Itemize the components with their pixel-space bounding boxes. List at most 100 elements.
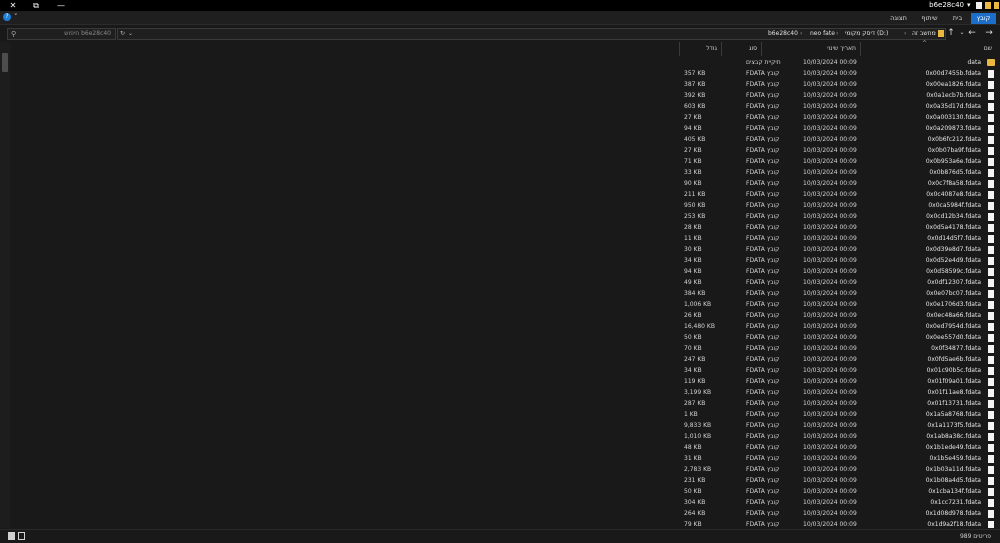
ribbon-expand-icon[interactable]: ˅ <box>14 12 18 23</box>
column-header-type[interactable]: סוג <box>721 42 761 56</box>
file-size: 71 KB <box>684 158 702 165</box>
file-icon <box>988 158 994 166</box>
restore-icon: ⧉ <box>33 1 39 10</box>
file-name: 0x0ee557d0.fdata <box>925 334 981 341</box>
file-row[interactable]: 0x1d08d978.fdata 10/03/2024 00:09 FDATA קו… <box>10 508 1000 519</box>
file-name: data <box>967 59 981 66</box>
minimize-button[interactable]: — <box>50 0 72 11</box>
breadcrumb-neo-fate[interactable]: neo fate <box>810 29 835 39</box>
file-row[interactable]: 0x01f11ae8.fdata 10/03/2024 00:09 FDATA קו… <box>10 387 1000 398</box>
file-row[interactable]: 0x0d14d5f7.fdata 10/03/2024 00:09 FDATA קו… <box>10 233 1000 244</box>
address-bar[interactable]: ↻ ⌄ b6e28c40 ‹ neo fate ‹ דיסק מקומי (D:… <box>117 28 946 40</box>
back-arrow-icon[interactable]: → <box>984 27 994 39</box>
search-input[interactable]: ⚲ חיפוש b6e28c40 <box>7 28 116 40</box>
file-row[interactable]: 0x0a1ecb7b.fdata 10/03/2024 00:09 FDATA קו… <box>10 90 1000 101</box>
column-header-date[interactable]: תאריך שינוי <box>761 42 860 56</box>
file-icon <box>988 92 994 100</box>
file-name: 0x1b03a11d.fdata <box>925 466 981 473</box>
file-name: 0x0b6fc212.fdata <box>927 136 981 143</box>
file-row[interactable]: 0x0b953a6e.fdata 10/03/2024 00:09 FDATA קו… <box>10 156 1000 167</box>
file-row[interactable]: 0x1b08a4d5.fdata 10/03/2024 00:09 FDATA קו… <box>10 475 1000 486</box>
address-dropdown-icon[interactable]: ⌄ <box>128 29 133 39</box>
breadcrumb-current-folder[interactable]: b6e28c40 <box>768 29 798 39</box>
file-icon <box>988 180 994 188</box>
file-row[interactable]: 0x0c7f8a58.fdata 10/03/2024 00:09 FDATA קו… <box>10 178 1000 189</box>
quick-access-properties-icon[interactable] <box>976 2 982 9</box>
breadcrumb-local-disk[interactable]: דיסק מקומי (D:) <box>845 29 888 39</box>
file-row[interactable]: 0x0fd5ae6b.fdata 10/03/2024 00:09 FDATA קו… <box>10 354 1000 365</box>
file-name: 0x0b876d5.fdata <box>929 169 981 176</box>
file-row[interactable]: 0x0e07bc07.fdata 10/03/2024 00:09 FDATA קו… <box>10 288 1000 299</box>
file-row[interactable]: 0x1ab8a38c.fdata 10/03/2024 00:09 FDATA קו… <box>10 431 1000 442</box>
file-row[interactable]: 0x1b1ede49.fdata 10/03/2024 00:09 FDATA קו… <box>10 442 1000 453</box>
tab-share[interactable]: שיתוף <box>917 13 942 24</box>
file-date-modified: 10/03/2024 00:09 <box>803 180 857 187</box>
refresh-icon[interactable]: ↻ <box>120 29 125 39</box>
file-row[interactable]: 0x1cba134f.fdata 10/03/2024 00:09 FDATA קו… <box>10 486 1000 497</box>
file-date-modified: 10/03/2024 00:09 <box>803 213 857 220</box>
file-row[interactable]: 0x0a35d17d.fdata 10/03/2024 00:09 FDATA קו… <box>10 101 1000 112</box>
file-row[interactable]: 0x1a5a8768.fdata 10/03/2024 00:09 FDATA קו… <box>10 409 1000 420</box>
file-row[interactable]: 0x1d9a2f18.fdata 10/03/2024 00:09 FDATA קו… <box>10 519 1000 528</box>
file-date-modified: 10/03/2024 00:09 <box>803 191 857 198</box>
file-type: FDATA קובץ <box>746 202 780 209</box>
file-row[interactable]: 0x0d58599c.fdata 10/03/2024 00:09 FDATA קו… <box>10 266 1000 277</box>
file-row[interactable]: 0x0c4087e8.fdata 10/03/2024 00:09 FDATA קו… <box>10 189 1000 200</box>
large-icons-view-icon[interactable] <box>18 532 25 540</box>
file-icon <box>988 444 994 452</box>
help-icon[interactable]: ? <box>3 13 11 21</box>
file-name: 0x1b1ede49.fdata <box>925 444 981 451</box>
quick-access-menu-icon[interactable]: ▾ <box>967 2 973 9</box>
file-size: 34 KB <box>684 257 702 264</box>
column-header-size[interactable]: גודל <box>679 42 721 56</box>
file-row[interactable]: 0x00d7455b.fdata 10/03/2024 00:09 FDATA קו… <box>10 68 1000 79</box>
file-row[interactable]: 0x1cc7231.fdata 10/03/2024 00:09 FDATA קוב… <box>10 497 1000 508</box>
file-icon <box>988 400 994 408</box>
file-row[interactable]: 0x0f34877.fdata 10/03/2024 00:09 FDATA קוב… <box>10 343 1000 354</box>
column-header-name[interactable]: שם <box>860 42 996 56</box>
close-icon: ✕ <box>9 1 17 10</box>
file-row[interactable]: 0x0d39e8d7.fdata 10/03/2024 00:09 FDATA קו… <box>10 244 1000 255</box>
file-row[interactable]: 0x0ca5984f.fdata 10/03/2024 00:09 FDATA קו… <box>10 200 1000 211</box>
file-type: FDATA קובץ <box>746 92 780 99</box>
file-row[interactable]: 0x0a003130.fdata 10/03/2024 00:09 FDATA קו… <box>10 112 1000 123</box>
file-row[interactable]: 0x0b07ba9f.fdata 10/03/2024 00:09 FDATA קו… <box>10 145 1000 156</box>
file-row[interactable]: 0x0ee557d0.fdata 10/03/2024 00:09 FDATA קו… <box>10 332 1000 343</box>
tab-file[interactable]: קובץ <box>971 13 996 24</box>
breadcrumb-this-pc[interactable]: מחשב זה <box>912 29 936 39</box>
file-icon <box>988 169 994 177</box>
file-row[interactable]: 0x0ec48a66.fdata 10/03/2024 00:09 FDATA קו… <box>10 310 1000 321</box>
file-date-modified: 10/03/2024 00:09 <box>803 301 857 308</box>
file-type: FDATA קובץ <box>746 136 780 143</box>
up-arrow-icon[interactable]: ↑ <box>946 27 956 39</box>
file-row[interactable]: 0x00ea1826.fdata 10/03/2024 00:09 FDATA קו… <box>10 79 1000 90</box>
file-type: FDATA קובץ <box>746 235 780 242</box>
tab-view[interactable]: תצוגה <box>886 13 911 24</box>
file-row[interactable]: 0x0b876d5.fdata 10/03/2024 00:09 FDATA קוב… <box>10 167 1000 178</box>
file-row[interactable]: 0x0a209873.fdata 10/03/2024 00:09 FDATA קו… <box>10 123 1000 134</box>
file-row[interactable]: 0x0cd12b34.fdata 10/03/2024 00:09 FDATA קו… <box>10 211 1000 222</box>
file-icon <box>988 312 994 320</box>
file-row[interactable]: 0x1a1173f5.fdata 10/03/2024 00:09 FDATA קו… <box>10 420 1000 431</box>
tab-home[interactable]: בית <box>946 13 969 24</box>
file-row[interactable]: 0x01f13731.fdata 10/03/2024 00:09 FDATA קו… <box>10 398 1000 409</box>
file-row[interactable]: 0x0e1706d3.fdata 10/03/2024 00:09 FDATA קו… <box>10 299 1000 310</box>
file-row[interactable]: 0x0b6fc212.fdata 10/03/2024 00:09 FDATA קו… <box>10 134 1000 145</box>
forward-arrow-icon[interactable]: ← <box>967 27 977 39</box>
file-row[interactable]: 0x01c90b5c.fdata 10/03/2024 00:09 FDATA קו… <box>10 365 1000 376</box>
file-row[interactable]: 0x1b03a11d.fdata 10/03/2024 00:09 FDATA קו… <box>10 464 1000 475</box>
file-row[interactable]: 0x0df12307.fdata 10/03/2024 00:09 FDATA קו… <box>10 277 1000 288</box>
recent-locations-icon[interactable]: ⌄ <box>957 27 967 39</box>
file-date-modified: 10/03/2024 00:09 <box>803 378 857 385</box>
file-row[interactable]: 0x0ed7954d.fdata 10/03/2024 00:09 FDATA קו… <box>10 321 1000 332</box>
file-row[interactable]: 0x1b5e459.fdata 10/03/2024 00:09 FDATA קוב… <box>10 453 1000 464</box>
restore-button[interactable]: ⧉ <box>25 0 47 11</box>
folder-row[interactable]: data 10/03/2024 00:09 תיקיית קבצים <box>10 57 1000 68</box>
file-row[interactable]: 0x01f09a01.fdata 10/03/2024 00:09 FDATA קו… <box>10 376 1000 387</box>
quick-access-new-folder-icon[interactable] <box>985 2 991 9</box>
file-date-modified: 10/03/2024 00:09 <box>803 59 857 66</box>
close-button[interactable]: ✕ <box>2 0 24 11</box>
file-row[interactable]: 0x0d5a4178.fdata 10/03/2024 00:09 FDATA קו… <box>10 222 1000 233</box>
details-view-icon[interactable] <box>8 532 15 540</box>
file-row[interactable]: 0x0d52e4d9.fdata 10/03/2024 00:09 FDATA קו… <box>10 255 1000 266</box>
